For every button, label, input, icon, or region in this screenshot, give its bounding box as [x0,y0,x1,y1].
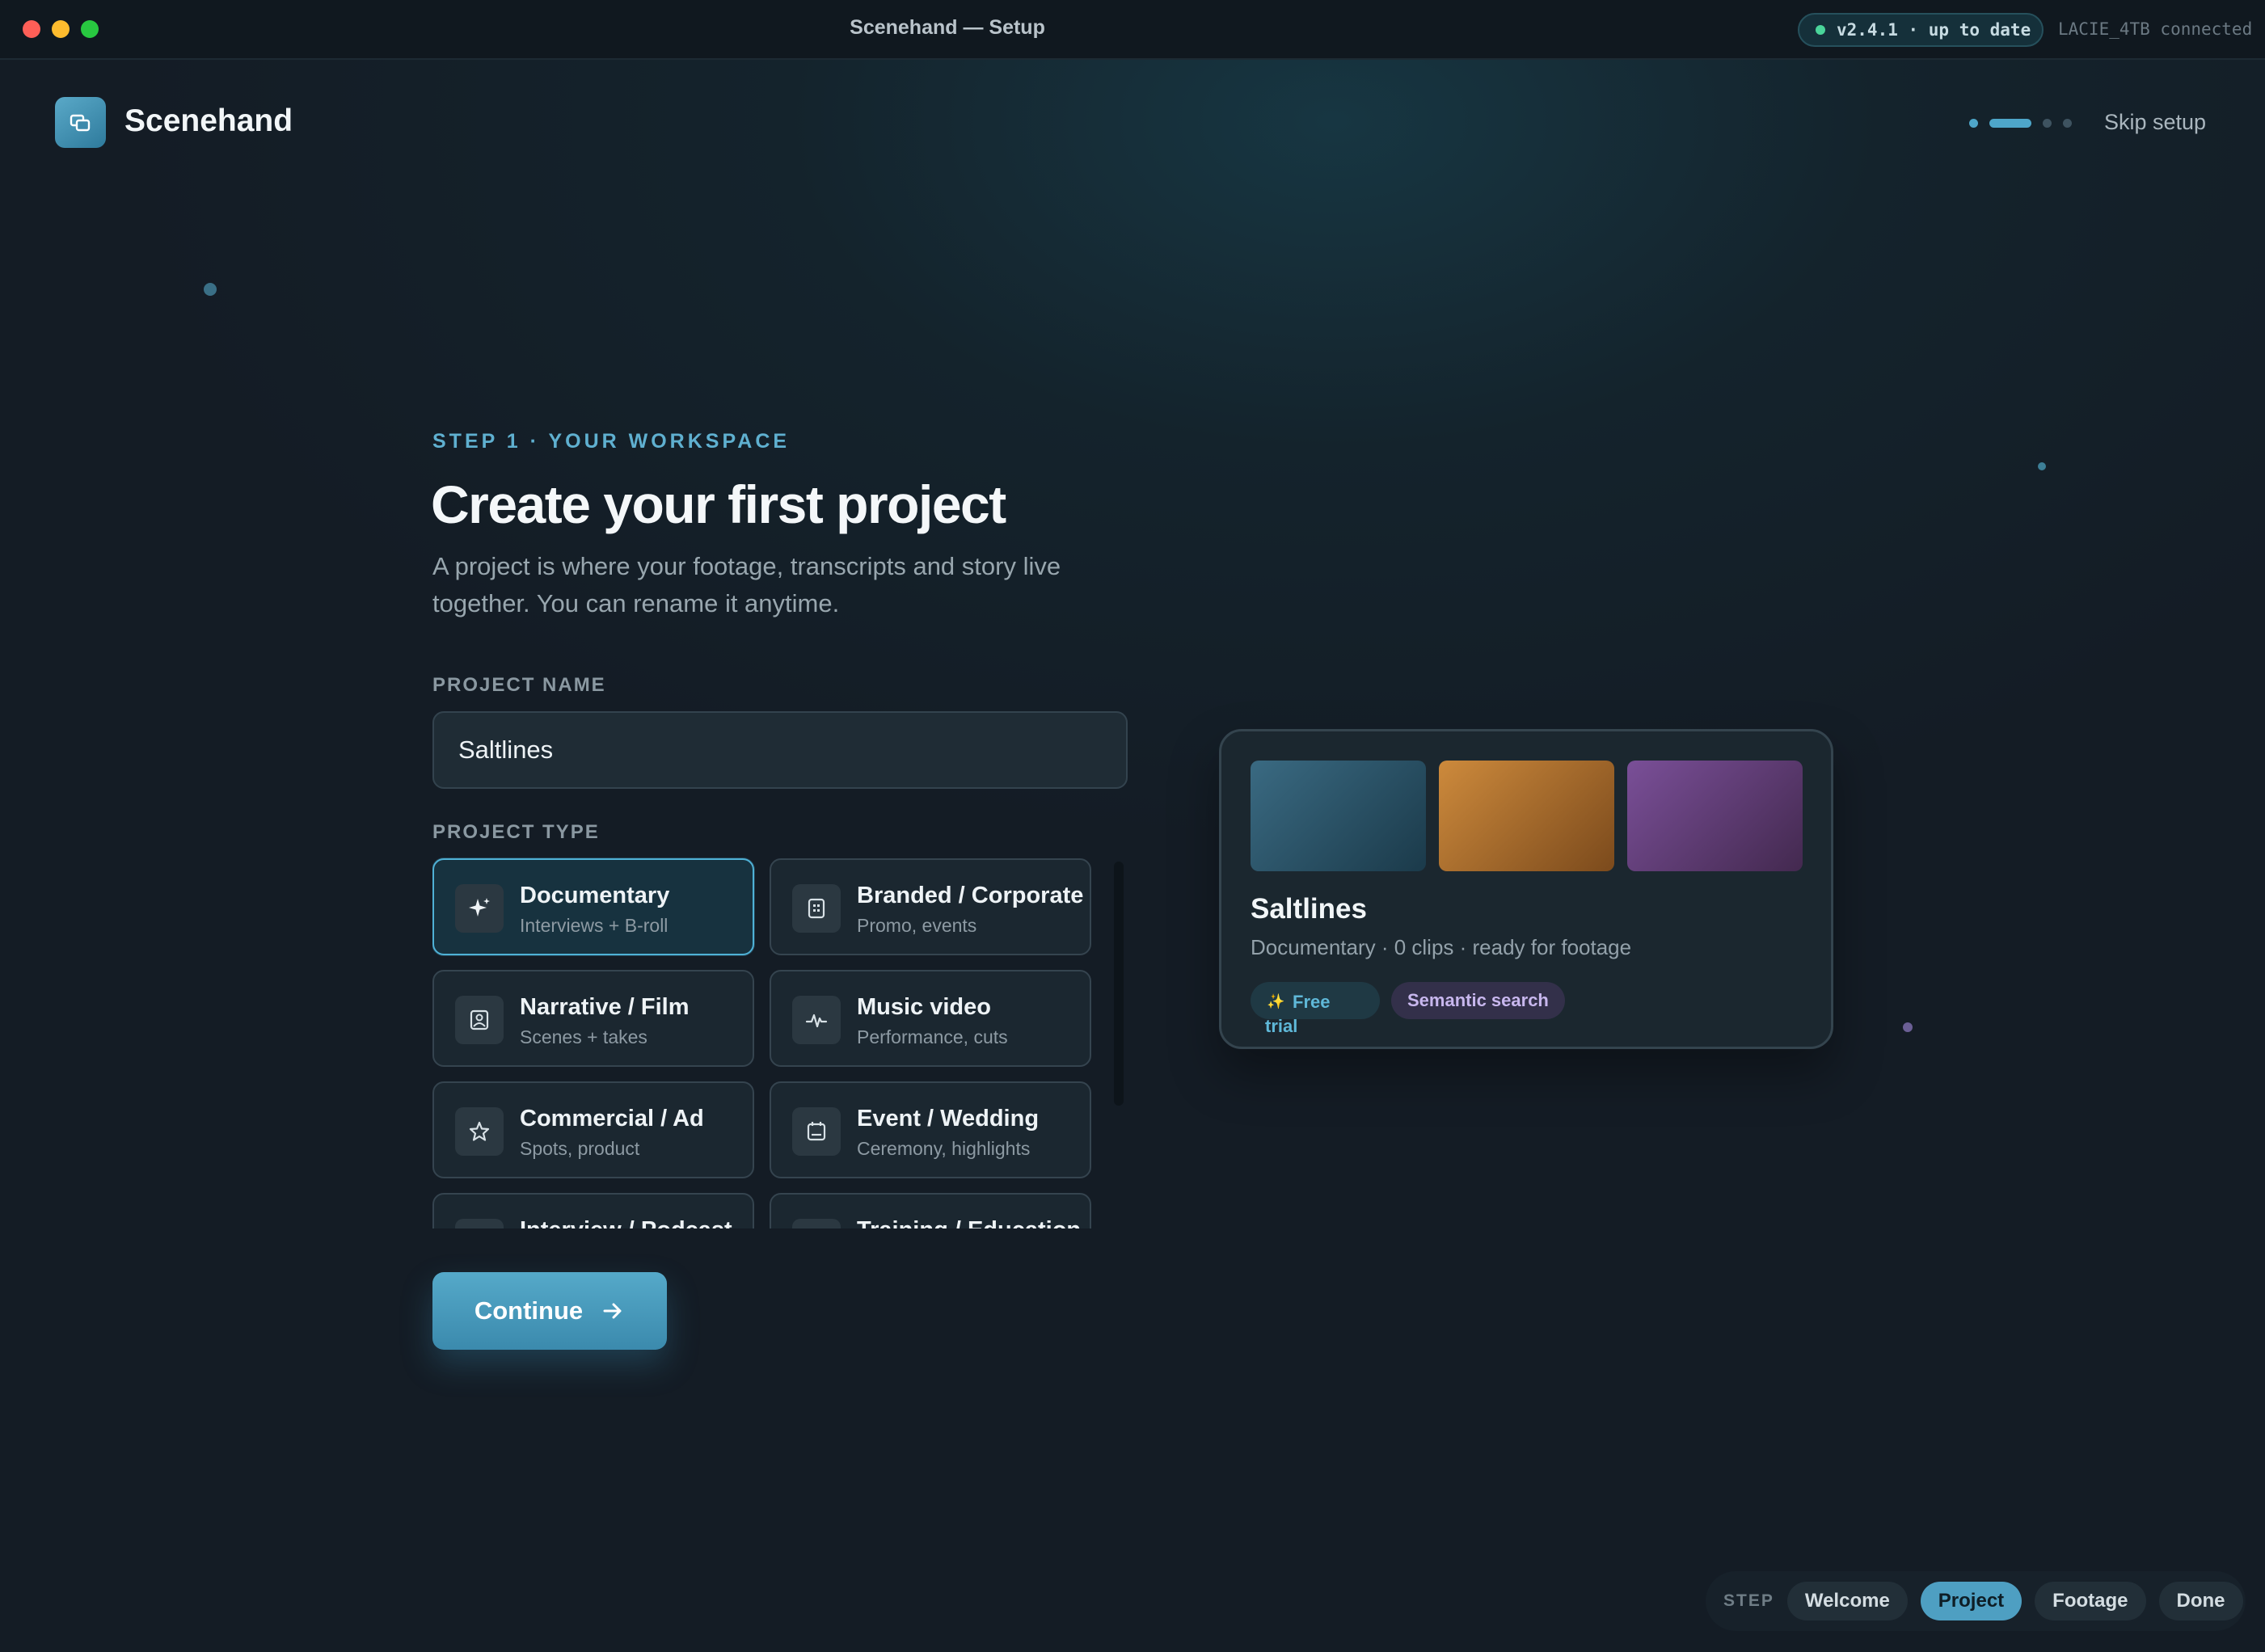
skip-setup-link[interactable]: Skip setup [2104,110,2206,135]
project-type-subtitle: Interviews + B-roll [520,915,669,936]
microphone-icon [455,1219,504,1228]
preview-thumbnail [1251,761,1426,871]
continue-label: Continue [474,1296,584,1325]
project-type-subtitle: Promo, events [857,915,977,936]
project-type-music-video[interactable]: Music video Performance, cuts [770,970,1091,1067]
project-type-title: Music video [857,994,991,1020]
project-name-input[interactable] [432,711,1128,789]
project-type-title: Documentary [520,883,670,908]
step-chip-done[interactable]: Done [2158,1582,2243,1620]
status-dot-icon [1816,25,1825,35]
project-type-scrollbar[interactable] [1114,862,1124,1106]
window-title: Scenehand — Setup [850,16,1045,39]
project-type-commercial-ad[interactable]: Commercial / Ad Spots, product [432,1081,754,1178]
app-logo-icon [55,97,106,148]
project-type-title: Event / Wedding [857,1106,1040,1132]
brand-name: Scenehand [124,103,293,138]
step-nav-label: STEP [1723,1591,1774,1610]
image-frame-icon [455,996,504,1044]
page-subtitle: A project is where your footage, transcr… [432,552,1061,617]
project-type-event-wedding[interactable]: Event / Wedding Ceremony, highlights [770,1081,1091,1178]
step-chip-welcome[interactable]: Welcome [1786,1582,1908,1620]
window-titlebar: Scenehand — Setup v2.4.1 · up to date LA… [0,0,2265,60]
star-icon [455,1107,504,1156]
book-icon [792,1219,841,1228]
continue-button[interactable]: Continue [432,1272,667,1350]
free-trial-badge: ✨ Free trial [1251,982,1380,1036]
project-type-interview-podcast[interactable]: Interview / Podcast [432,1193,754,1228]
project-type-subtitle: Scenes + takes [520,1026,647,1047]
drive-status: LACIE_4TB connected [2058,19,2253,39]
project-type-narrative-film[interactable]: Narrative / Film Scenes + takes [432,970,754,1067]
free-trial-label: Free trial [1265,992,1331,1036]
version-badge: v2.4.1 · up to date [1798,13,2044,47]
project-type-label: PROJECT TYPE [432,821,600,843]
calendar-icon [792,1107,841,1156]
project-type-title: Commercial / Ad [520,1106,704,1132]
sparkle-icon [455,884,504,933]
project-type-training-education[interactable]: Training / Education [770,1193,1091,1228]
decorative-dot [1903,1022,1913,1032]
project-type-title: Interview / Podcast [520,1217,732,1228]
setup-progress-indicator [1969,118,2072,128]
project-type-title: Branded / Corporate [857,883,1084,908]
decorative-dot [204,283,217,296]
preview-thumbnail [1439,761,1614,871]
project-type-subtitle: Performance, cuts [857,1026,1008,1047]
progress-step-4 [2063,118,2072,128]
arrow-right-icon [603,1303,622,1319]
project-type-grid: Documentary Interviews + B-roll Branded … [432,857,1107,1228]
progress-step-1 [1969,118,1978,128]
version-text: v2.4.1 · up to date [1837,20,2031,40]
project-preview-card: Saltlines Documentary · 0 clips · ready … [1219,729,1833,1049]
project-name-label: PROJECT NAME [432,674,606,696]
preview-title: Saltlines [1251,893,1367,925]
decorative-dot [2038,462,2046,470]
progress-step-2-current [1989,118,2031,128]
project-type-subtitle: Spots, product [520,1138,640,1159]
waveform-icon [792,996,841,1044]
page-title: Create your first project [431,474,1006,534]
project-type-branded-corporate[interactable]: Branded / Corporate Promo, events [770,858,1091,955]
progress-step-3 [2043,118,2052,128]
project-type-subtitle: Ceremony, highlights [857,1138,1031,1159]
step-eyebrow: STEP 1 · YOUR WORKSPACE [432,430,791,453]
project-type-documentary[interactable]: Documentary Interviews + B-roll [432,858,754,955]
building-icon [792,884,841,933]
project-type-title: Training / Education [857,1217,1081,1228]
project-type-title: Narrative / Film [520,994,690,1020]
step-chip-footage[interactable]: Footage [2035,1582,2146,1620]
step-navigator: STEP Welcome Project Footage Done [1706,1571,2246,1631]
preview-thumbnail [1627,761,1803,871]
semantic-search-badge: Semantic search [1391,982,1565,1019]
preview-meta: Documentary · 0 clips · ready for footag… [1251,935,1632,959]
step-chip-project[interactable]: Project [1920,1582,2022,1620]
